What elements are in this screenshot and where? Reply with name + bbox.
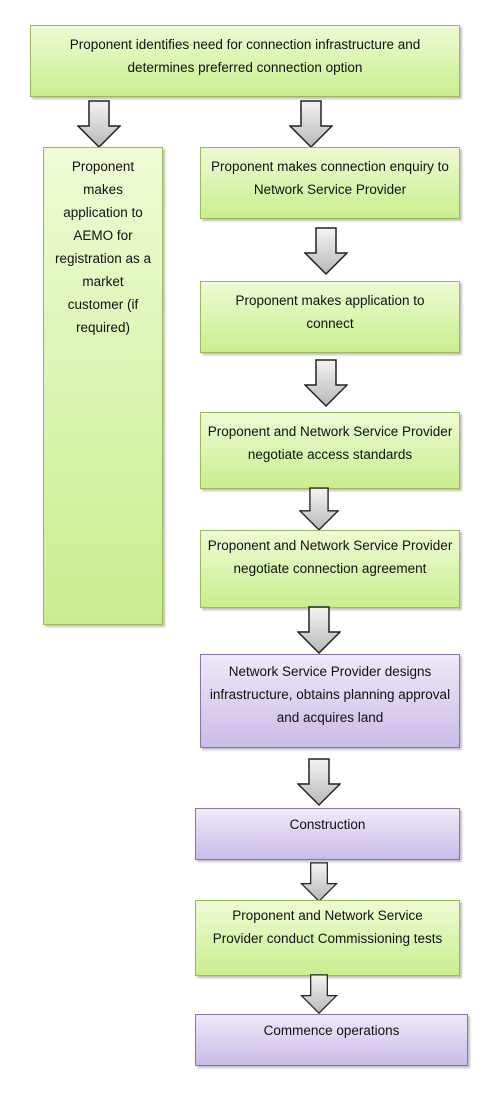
- arrow-down-icon: [304, 359, 348, 407]
- step-connection-enquiry: Proponent makes connection enquiry to Ne…: [200, 147, 460, 219]
- arrow-down-icon: [77, 100, 121, 148]
- arrow-down-icon: [289, 100, 333, 148]
- step-negotiate-connection-agreement: Proponent and Network Service Provider n…: [200, 530, 460, 608]
- arrow-down-icon: [304, 227, 348, 275]
- step-application-to-connect: Proponent makes application to connect: [200, 281, 460, 353]
- step-negotiate-access-standards: Proponent and Network Service Provider n…: [200, 412, 460, 489]
- step-commence-operations: Commence operations: [195, 1014, 468, 1066]
- step-construction: Construction: [195, 808, 460, 860]
- arrow-down-icon: [297, 862, 341, 902]
- step-commissioning-tests: Proponent and Network Service Provider c…: [195, 900, 460, 976]
- arrow-down-icon: [297, 606, 341, 654]
- arrow-down-icon: [297, 974, 341, 1014]
- step-identify-need: Proponent identifies need for connection…: [30, 25, 460, 97]
- arrow-down-icon: [297, 756, 341, 808]
- step-design-infrastructure: Network Service Provider designs infrast…: [200, 654, 460, 748]
- step-aemo-registration: Proponent makes application to AEMO for …: [43, 147, 163, 625]
- arrow-down-icon: [299, 487, 339, 531]
